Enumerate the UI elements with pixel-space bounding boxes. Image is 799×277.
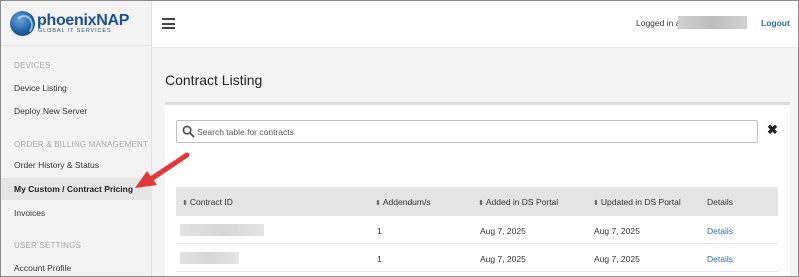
contract-id-redacted (180, 224, 264, 236)
table-row: 1 Aug 7, 2025 Aug 7, 2025 Details (176, 216, 778, 244)
search-input[interactable] (197, 121, 747, 142)
details-link[interactable]: Details (707, 254, 733, 264)
top-bar: Logged in as Logout (152, 1, 798, 48)
globe-logo-icon (10, 11, 35, 36)
app-window: phoenixNAP GLOBAL IT SERVICES DEVICES De… (0, 0, 799, 277)
sidebar-item-deploy-new-server[interactable]: Deploy New Server (1, 100, 152, 122)
sidebar-item-device-listing[interactable]: Device Listing (1, 77, 152, 99)
added-date-cell: Aug 7, 2025 (480, 226, 526, 236)
added-date-cell: Aug 7, 2025 (480, 254, 526, 264)
search-icon (182, 125, 195, 138)
sort-icon: ⬍ (593, 200, 599, 207)
section-heading-order-billing: ORDER & BILLING MANAGEMENT (14, 140, 149, 149)
details-link[interactable]: Details (707, 226, 733, 236)
sort-icon: ⬍ (375, 200, 381, 207)
table-row: 1 Aug 7, 2025 Aug 7, 2025 Details (176, 244, 778, 272)
logout-link[interactable]: Logout (761, 18, 790, 28)
main-content: Contract Listing ✖ ⬍Contract ID ⬍Addendu… (152, 48, 798, 276)
sidebar-item-invoices[interactable]: Invoices (1, 202, 152, 224)
page-title: Contract Listing (165, 72, 263, 88)
sort-icon: ⬍ (478, 200, 484, 207)
column-header-details: Details (707, 197, 733, 207)
section-heading-devices: DEVICES (14, 61, 51, 70)
contract-id-redacted (180, 252, 239, 264)
brand-name-part2: NAP (96, 12, 130, 29)
column-header-updated[interactable]: ⬍ Updated in DS Portal (593, 197, 681, 207)
brand-tagline: GLOBAL IT SERVICES (38, 28, 112, 34)
addendum-cell: 1 (377, 226, 382, 236)
brand-logo[interactable]: phoenixNAP GLOBAL IT SERVICES (10, 11, 130, 37)
contract-card: ✖ ⬍Contract ID ⬍Addendum/s ⬍Added in DS … (165, 102, 790, 276)
search-box (176, 120, 758, 143)
column-header-added[interactable]: ⬍ Added in DS Portal (478, 197, 558, 207)
updated-date-cell: Aug 7, 2025 (594, 254, 640, 264)
section-heading-user-settings: USER SETTINGS (14, 241, 82, 250)
table-header: ⬍ Contract ID ⬍ Addendum/s ⬍ Added in DS Po… (176, 187, 778, 216)
username-redacted (678, 16, 747, 29)
hamburger-icon[interactable] (162, 18, 175, 29)
addendum-cell: 1 (377, 254, 382, 264)
sidebar-divider (1, 45, 152, 46)
sort-icon: ⬍ (182, 200, 188, 207)
sidebar-item-account-profile[interactable]: Account Profile (1, 257, 152, 276)
updated-date-cell: Aug 7, 2025 (594, 226, 640, 236)
close-icon[interactable]: ✖ (767, 123, 778, 136)
sidebar: phoenixNAP GLOBAL IT SERVICES DEVICES De… (1, 1, 152, 276)
brand-name-part1: phoenix (37, 12, 97, 29)
annotation-arrow-icon (135, 152, 190, 188)
column-header-addendum[interactable]: ⬍ Addendum/s (375, 197, 431, 207)
